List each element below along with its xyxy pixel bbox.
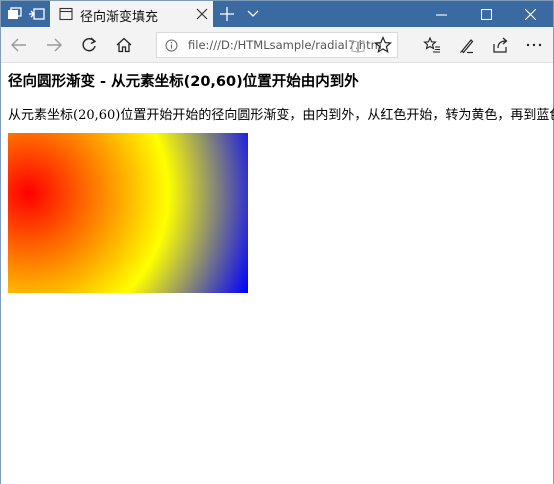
home-icon[interactable] <box>114 35 134 55</box>
close-window-button[interactable] <box>508 1 553 27</box>
back-icon[interactable] <box>9 35 29 55</box>
tabs-aside-icon[interactable] <box>6 5 24 23</box>
tab-strip: 径向渐变填充 <box>1 1 553 27</box>
more-icon[interactable] <box>524 35 544 55</box>
close-icon <box>525 9 536 20</box>
browser-window: 径向渐变填充 file:///D:/HTMLsample/radial7.htm… <box>0 0 554 484</box>
page-content: 径向圆形渐变 - 从元素坐标(20,60)位置开始由内到外 从元素坐标(20,6… <box>1 64 554 484</box>
share-icon[interactable] <box>490 35 510 55</box>
pen-icon[interactable] <box>456 35 476 55</box>
minimize-icon <box>436 14 447 16</box>
tab-actions <box>1 1 49 27</box>
refresh-icon[interactable] <box>79 35 99 55</box>
forward-icon[interactable] <box>44 35 64 55</box>
maximize-button[interactable] <box>464 1 509 27</box>
toolbar: file:///D:/HTMLsample/radial7.htm <box>1 27 553 63</box>
minimize-button[interactable] <box>419 1 464 27</box>
tab-title: 径向渐变填充 <box>80 10 159 25</box>
favorite-star-icon[interactable] <box>373 35 393 55</box>
close-tab-icon[interactable] <box>196 8 208 20</box>
page-favicon-icon <box>59 7 73 21</box>
radial-gradient-box <box>8 133 248 293</box>
new-tab-icon[interactable] <box>220 7 234 21</box>
chevron-down-icon[interactable] <box>247 9 259 19</box>
address-bar[interactable]: file:///D:/HTMLsample/radial7.htm <box>156 32 398 58</box>
tab-active[interactable]: 径向渐变填充 <box>50 1 213 27</box>
reading-view-icon[interactable] <box>350 38 366 54</box>
page-heading: 径向圆形渐变 - 从元素坐标(20,60)位置开始由内到外 <box>8 74 359 90</box>
info-icon[interactable] <box>165 39 178 52</box>
page-description: 从元素坐标(20,60)位置开始开始的径向圆形渐变，由内到外，从红色开始，转为黄… <box>8 108 554 123</box>
set-aside-tabs-icon[interactable] <box>28 5 46 23</box>
maximize-icon <box>481 9 492 20</box>
favorites-hub-icon[interactable] <box>422 35 442 55</box>
